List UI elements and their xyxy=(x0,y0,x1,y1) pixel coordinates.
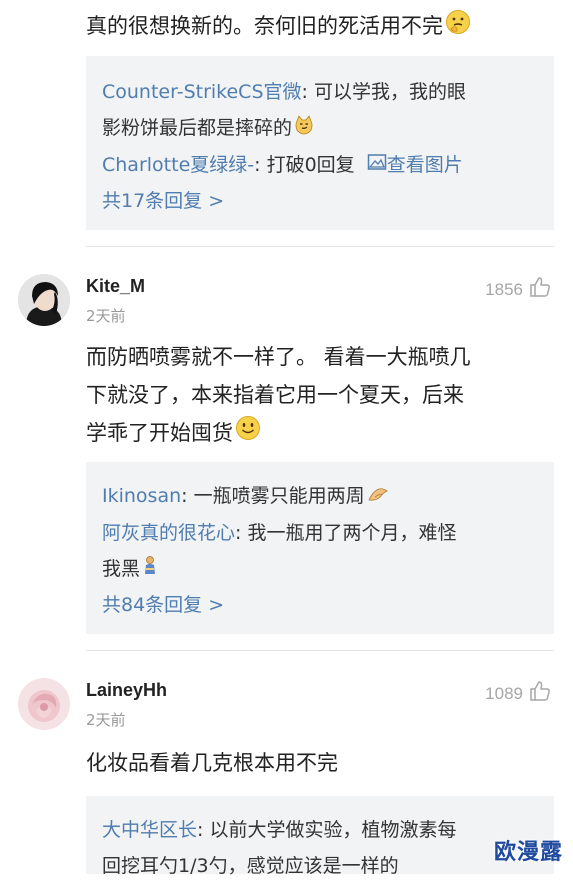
username[interactable]: Kite_M xyxy=(86,276,145,297)
avatar[interactable] xyxy=(18,678,70,730)
person-icon xyxy=(142,551,158,587)
thumbs-up-icon xyxy=(529,680,551,707)
reply-item[interactable]: Charlotte夏绿绿-: 打破0回复 查看图片 xyxy=(102,147,538,184)
reply-username[interactable]: Counter-StrikeCS官微 xyxy=(102,81,302,103)
reply-username[interactable]: 阿灰真的很花心 xyxy=(102,522,235,544)
reply-box: Counter-StrikeCS官微: 可以学我，我的眼 影粉饼最后都是摔碎的 … xyxy=(86,56,554,230)
reply-box: Ikinosan: 一瓶喷雾只能用两周 阿灰真的很花心: 我一瓶用了两个月，难怪… xyxy=(86,462,554,634)
view-more-replies-link[interactable]: 共17条回复 > xyxy=(102,183,538,219)
divider xyxy=(86,246,554,247)
reply-item[interactable]: Ikinosan: 一瓶喷雾只能用两周 xyxy=(102,478,538,515)
view-more-replies-link[interactable]: 共84条回复 > xyxy=(102,587,538,623)
reply-box: 大中华区长: 以前大学做实验，植物激素每 回挖耳勺1/3勺，感觉应该是一样的 xyxy=(86,796,554,877)
reply-item[interactable]: 大中华区长: 以前大学做实验，植物激素每 xyxy=(102,812,538,848)
timestamp: 2天前 xyxy=(86,711,126,729)
like-count: 1089 xyxy=(485,683,523,703)
watermark: 欧漫露 xyxy=(493,840,563,865)
like-count: 1856 xyxy=(485,279,523,299)
thumbs-up-icon xyxy=(529,276,551,303)
reply-item-continued: 我黑 xyxy=(102,551,538,588)
thinking-face-icon xyxy=(445,9,471,46)
comment-text: 真的很想换新的。奈何旧的死活用不完 xyxy=(86,8,556,46)
smirk-cat-icon xyxy=(294,111,314,147)
reply-username[interactable]: Charlotte夏绿绿- xyxy=(102,154,254,176)
folded-hands-icon xyxy=(367,479,389,515)
comment-text: 而防晒喷雾就不一样了。 看着一大瓶喷几 下就没了，本来指着它用一个夏天，后来 学… xyxy=(86,338,554,453)
reply-username[interactable]: Ikinosan xyxy=(102,485,181,507)
username[interactable]: LaineyHh xyxy=(86,680,167,701)
reply-item[interactable]: 阿灰真的很花心: 我一瓶用了两个月，难怪 xyxy=(102,515,538,551)
reply-item[interactable]: Counter-StrikeCS官微: 可以学我，我的眼 xyxy=(102,74,538,110)
reply-item-continued: 影粉饼最后都是摔碎的 xyxy=(102,110,538,147)
image-icon xyxy=(367,147,387,183)
smile-face-icon xyxy=(235,415,261,453)
comment-text: 化妆品看着几克根本用不完 xyxy=(86,751,338,775)
reply-item-continued: 回挖耳勺1/3勺，感觉应该是一样的 xyxy=(102,855,399,877)
like-button[interactable]: 1856 xyxy=(485,276,551,303)
avatar[interactable] xyxy=(18,274,70,326)
comment-text-content: 真的很想换新的。奈何旧的死活用不完 xyxy=(86,14,443,38)
divider xyxy=(86,650,554,651)
timestamp: 2天前 xyxy=(86,307,126,325)
comment-thread: 真的很想换新的。奈何旧的死活用不完 Counter-StrikeCS官微: 可以… xyxy=(0,0,573,877)
like-button[interactable]: 1089 xyxy=(485,680,551,707)
view-image-link[interactable]: 查看图片 xyxy=(367,154,463,176)
reply-username[interactable]: 大中华区长 xyxy=(102,819,197,841)
